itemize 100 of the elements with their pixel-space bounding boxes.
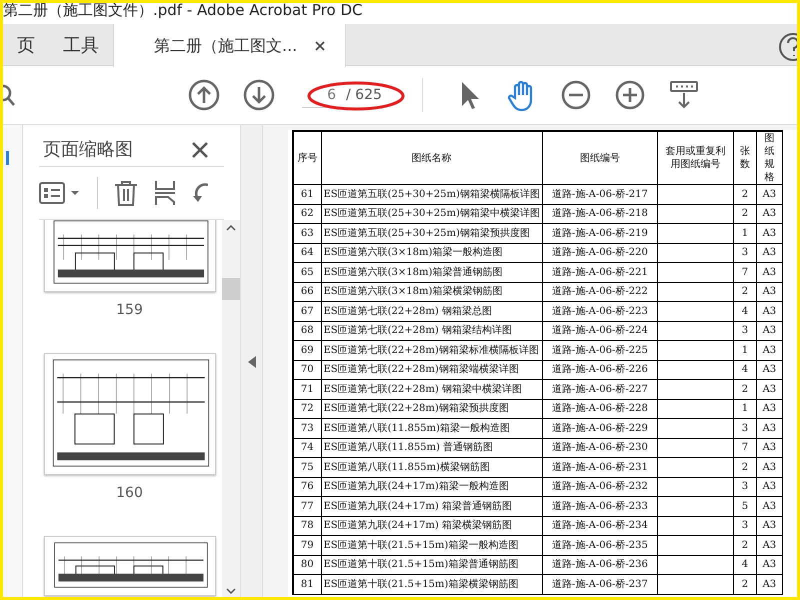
table-cell: ES匝道第六联(3×18m)箱梁一般构造图: [321, 243, 542, 262]
table-cell: A3: [756, 340, 782, 360]
table-cell: 1: [733, 224, 756, 243]
up-arrow-button[interactable]: [187, 78, 221, 112]
table-cell: ES匝道第九联(24+17m) 箱梁普通钢筋图: [321, 496, 542, 516]
table-cell: ES匝道第七联(22+28m) 钢箱梁中横梁详图: [321, 380, 542, 399]
table-cell: 78: [293, 516, 321, 536]
table-cell: 3: [733, 516, 756, 536]
table-cell: 7: [733, 438, 756, 458]
table-cell: ES匝道第六联(3×18m)箱梁横梁钢筋图: [321, 282, 542, 302]
table-cell: ES匝道第七联(22+28m)钢箱梁预拱度图: [321, 399, 542, 418]
table-cell: 2: [733, 380, 756, 399]
table-cell: 2: [733, 282, 756, 302]
table-cell: ES匝道第六联(3×18m)箱梁普通钢筋图: [321, 262, 542, 282]
close-icon[interactable]: [192, 142, 208, 158]
table-cell: ES匝道第五联(25+30+25m)钢箱梁中横梁详图: [321, 204, 542, 224]
table-cell: ES匝道第八联(11.855m)箱梁一般构造图: [321, 418, 542, 438]
table-cell: ES匝道第七联(22+28m)钢箱梁标准横隔板详图: [321, 340, 542, 360]
column-header: 图纸名称: [321, 131, 542, 184]
table-cell: 道路-施-A-06-桥-222: [542, 282, 658, 302]
document-tab[interactable]: 第二册（施工图文...: [113, 24, 346, 67]
scroll-down-icon[interactable]: [226, 586, 236, 595]
column-header: 图纸编号: [542, 131, 658, 184]
table-cell: 4: [733, 302, 756, 321]
table-cell: 道路-施-A-06-桥-227: [542, 380, 658, 399]
table-cell: 道路-施-A-06-桥-233: [542, 496, 658, 516]
table-cell: 73: [293, 418, 321, 438]
table-cell: 71: [293, 380, 321, 399]
table-cell: 4: [733, 555, 756, 574]
collapse-arrow-icon[interactable]: [248, 356, 256, 368]
nav-tab[interactable]: 页: [3, 24, 49, 66]
table-cell: A3: [756, 360, 782, 380]
table-cell: 1: [733, 399, 756, 418]
table-cell: A3: [756, 516, 782, 536]
table-cell: 63: [293, 224, 321, 243]
help-icon[interactable]: [777, 32, 797, 62]
table-cell: 67: [293, 302, 321, 321]
table-cell: ES匝道第十联(21.5+15m)箱梁一般构造图: [321, 536, 542, 555]
table-cell: ES匝道第九联(24+17m) 箱梁横梁钢筋图: [321, 516, 542, 536]
table-cell: 5: [733, 496, 756, 516]
table-cell: A3: [756, 555, 782, 574]
close-icon[interactable]: [315, 40, 326, 50]
search-icon[interactable]: [3, 83, 15, 107]
table-cell: A3: [756, 321, 782, 340]
table-cell: 64: [293, 243, 321, 262]
table-cell: 69: [293, 340, 321, 360]
table-cell: 4: [733, 360, 756, 380]
table-cell: 道路-施-A-06-桥-219: [542, 224, 658, 243]
trash-icon[interactable]: [114, 180, 138, 206]
table-cell: 道路-施-A-06-桥-228: [542, 399, 658, 418]
table-cell: A3: [756, 438, 782, 458]
table-cell: 76: [293, 477, 321, 496]
page-thumbnail[interactable]: [44, 536, 216, 596]
table-cell: A3: [756, 399, 782, 418]
table-cell: ES匝道第五联(25+30+25m)钢箱梁预拱度图: [321, 224, 542, 243]
page-thumbnail[interactable]: [44, 220, 216, 292]
down-arrow-button[interactable]: [242, 78, 276, 112]
page-thumbnail[interactable]: [44, 352, 216, 475]
table-cell: 61: [293, 184, 321, 204]
scroll-up-icon[interactable]: [226, 224, 236, 232]
nav-tab[interactable]: 工具: [49, 24, 113, 66]
table-cell: 81: [293, 574, 321, 594]
table-cell: A3: [756, 204, 782, 224]
table-cell: 道路-施-A-06-桥-224: [542, 321, 658, 340]
table-cell: 道路-施-A-06-桥-236: [542, 555, 658, 574]
column-header: 张数: [733, 131, 756, 184]
table-cell: ES匝道第七联(22+28m) 钢箱梁结构详图: [321, 321, 542, 340]
table-cell: A3: [756, 243, 782, 262]
table-cell: 2: [733, 204, 756, 224]
table-cell: 道路-施-A-06-桥-235: [542, 536, 658, 555]
table-cell: A3: [756, 282, 782, 302]
table-cell: A3: [756, 536, 782, 555]
table-cell: ES匝道第五联(25+30+25m)钢箱梁横隔板详图: [321, 184, 542, 204]
table-cell: A3: [756, 458, 782, 477]
table-cell: 道路-施-A-06-桥-232: [542, 477, 658, 496]
table-cell: 道路-施-A-06-桥-218: [542, 204, 658, 224]
table-cell: 2: [733, 536, 756, 555]
table-cell: 道路-施-A-06-桥-229: [542, 418, 658, 438]
page-number-label: 160: [116, 484, 143, 503]
extract-icon[interactable]: [154, 180, 176, 206]
table-cell: 3: [733, 321, 756, 340]
table-cell: 3: [733, 477, 756, 496]
page-count: / 625: [346, 86, 382, 104]
table-cell: 道路-施-A-06-桥-230: [542, 438, 658, 458]
table-cell: 77: [293, 496, 321, 516]
panel-tab-marker[interactable]: [6, 151, 9, 165]
table-cell: A3: [756, 496, 782, 516]
table-cell: 74: [293, 438, 321, 458]
table-cell: ES匝道第八联(11.855m)横梁钢筋图: [321, 458, 542, 477]
table-cell: 道路-施-A-06-桥-234: [542, 516, 658, 536]
options-icon[interactable]: [39, 182, 81, 204]
panel-title: 页面缩略图: [43, 138, 133, 162]
table-cell: A3: [756, 418, 782, 438]
scrollbar-thumb[interactable]: [222, 278, 240, 300]
column-header: 图纸规格: [756, 131, 782, 184]
column-header: 序号: [293, 131, 321, 184]
table-cell: 2: [733, 574, 756, 594]
table-cell: 3: [733, 243, 756, 262]
table-cell: 1: [733, 340, 756, 360]
page-number-label: 159: [116, 300, 143, 320]
